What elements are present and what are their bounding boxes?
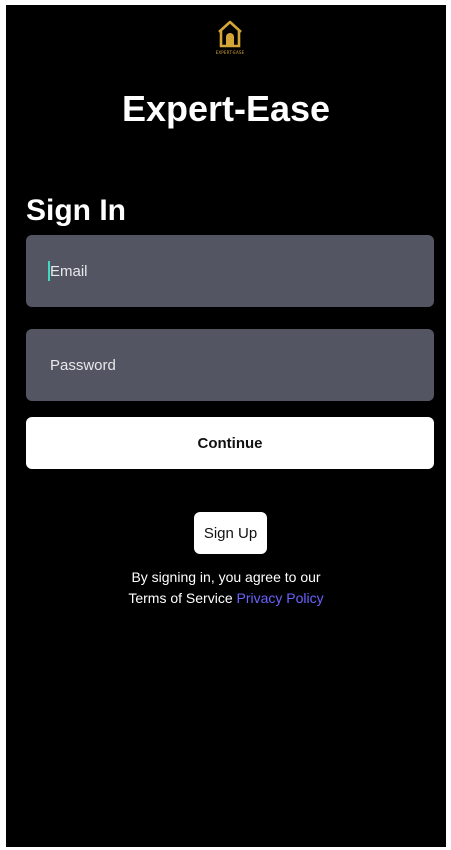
privacy-policy-link[interactable]: Privacy Policy — [237, 590, 324, 606]
app-screen: EXPERT-EASE Expert-Ease Sign In Continue… — [6, 5, 446, 847]
password-field-container[interactable] — [26, 329, 434, 401]
password-field[interactable] — [48, 355, 434, 375]
email-field-container[interactable] — [26, 235, 434, 307]
logo-text: EXPERT-EASE — [215, 50, 245, 55]
app-logo: EXPERT-EASE — [214, 19, 246, 59]
terms-of-service-link[interactable]: Terms of Service — [128, 590, 232, 606]
text-caret — [48, 261, 50, 281]
continue-button[interactable]: Continue — [26, 417, 434, 469]
app-title: Expert-Ease — [121, 88, 331, 129]
email-field[interactable] — [48, 261, 434, 281]
house-icon — [218, 20, 242, 48]
sign-up-button[interactable]: Sign Up — [194, 512, 267, 554]
legal-agree-text: By signing in, you agree to our — [131, 569, 321, 585]
legal-notice: By signing in, you agree to our Terms of… — [6, 567, 446, 609]
sign-in-heading: Sign In — [26, 194, 126, 227]
legal-links-line: Terms of Service Privacy Policy — [6, 588, 446, 609]
